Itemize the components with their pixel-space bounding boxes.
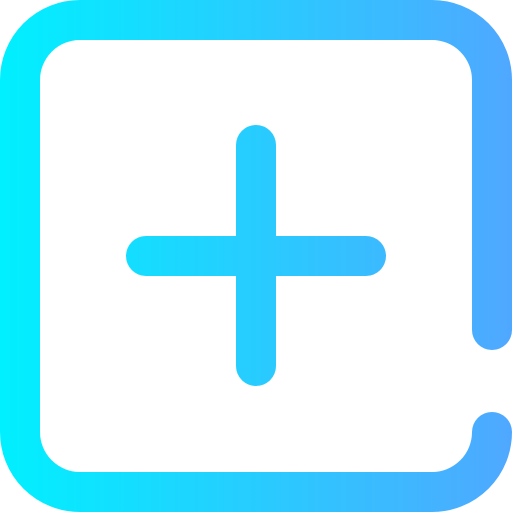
add-square-icon[interactable] [0, 0, 512, 512]
icon-canvas [0, 0, 512, 512]
